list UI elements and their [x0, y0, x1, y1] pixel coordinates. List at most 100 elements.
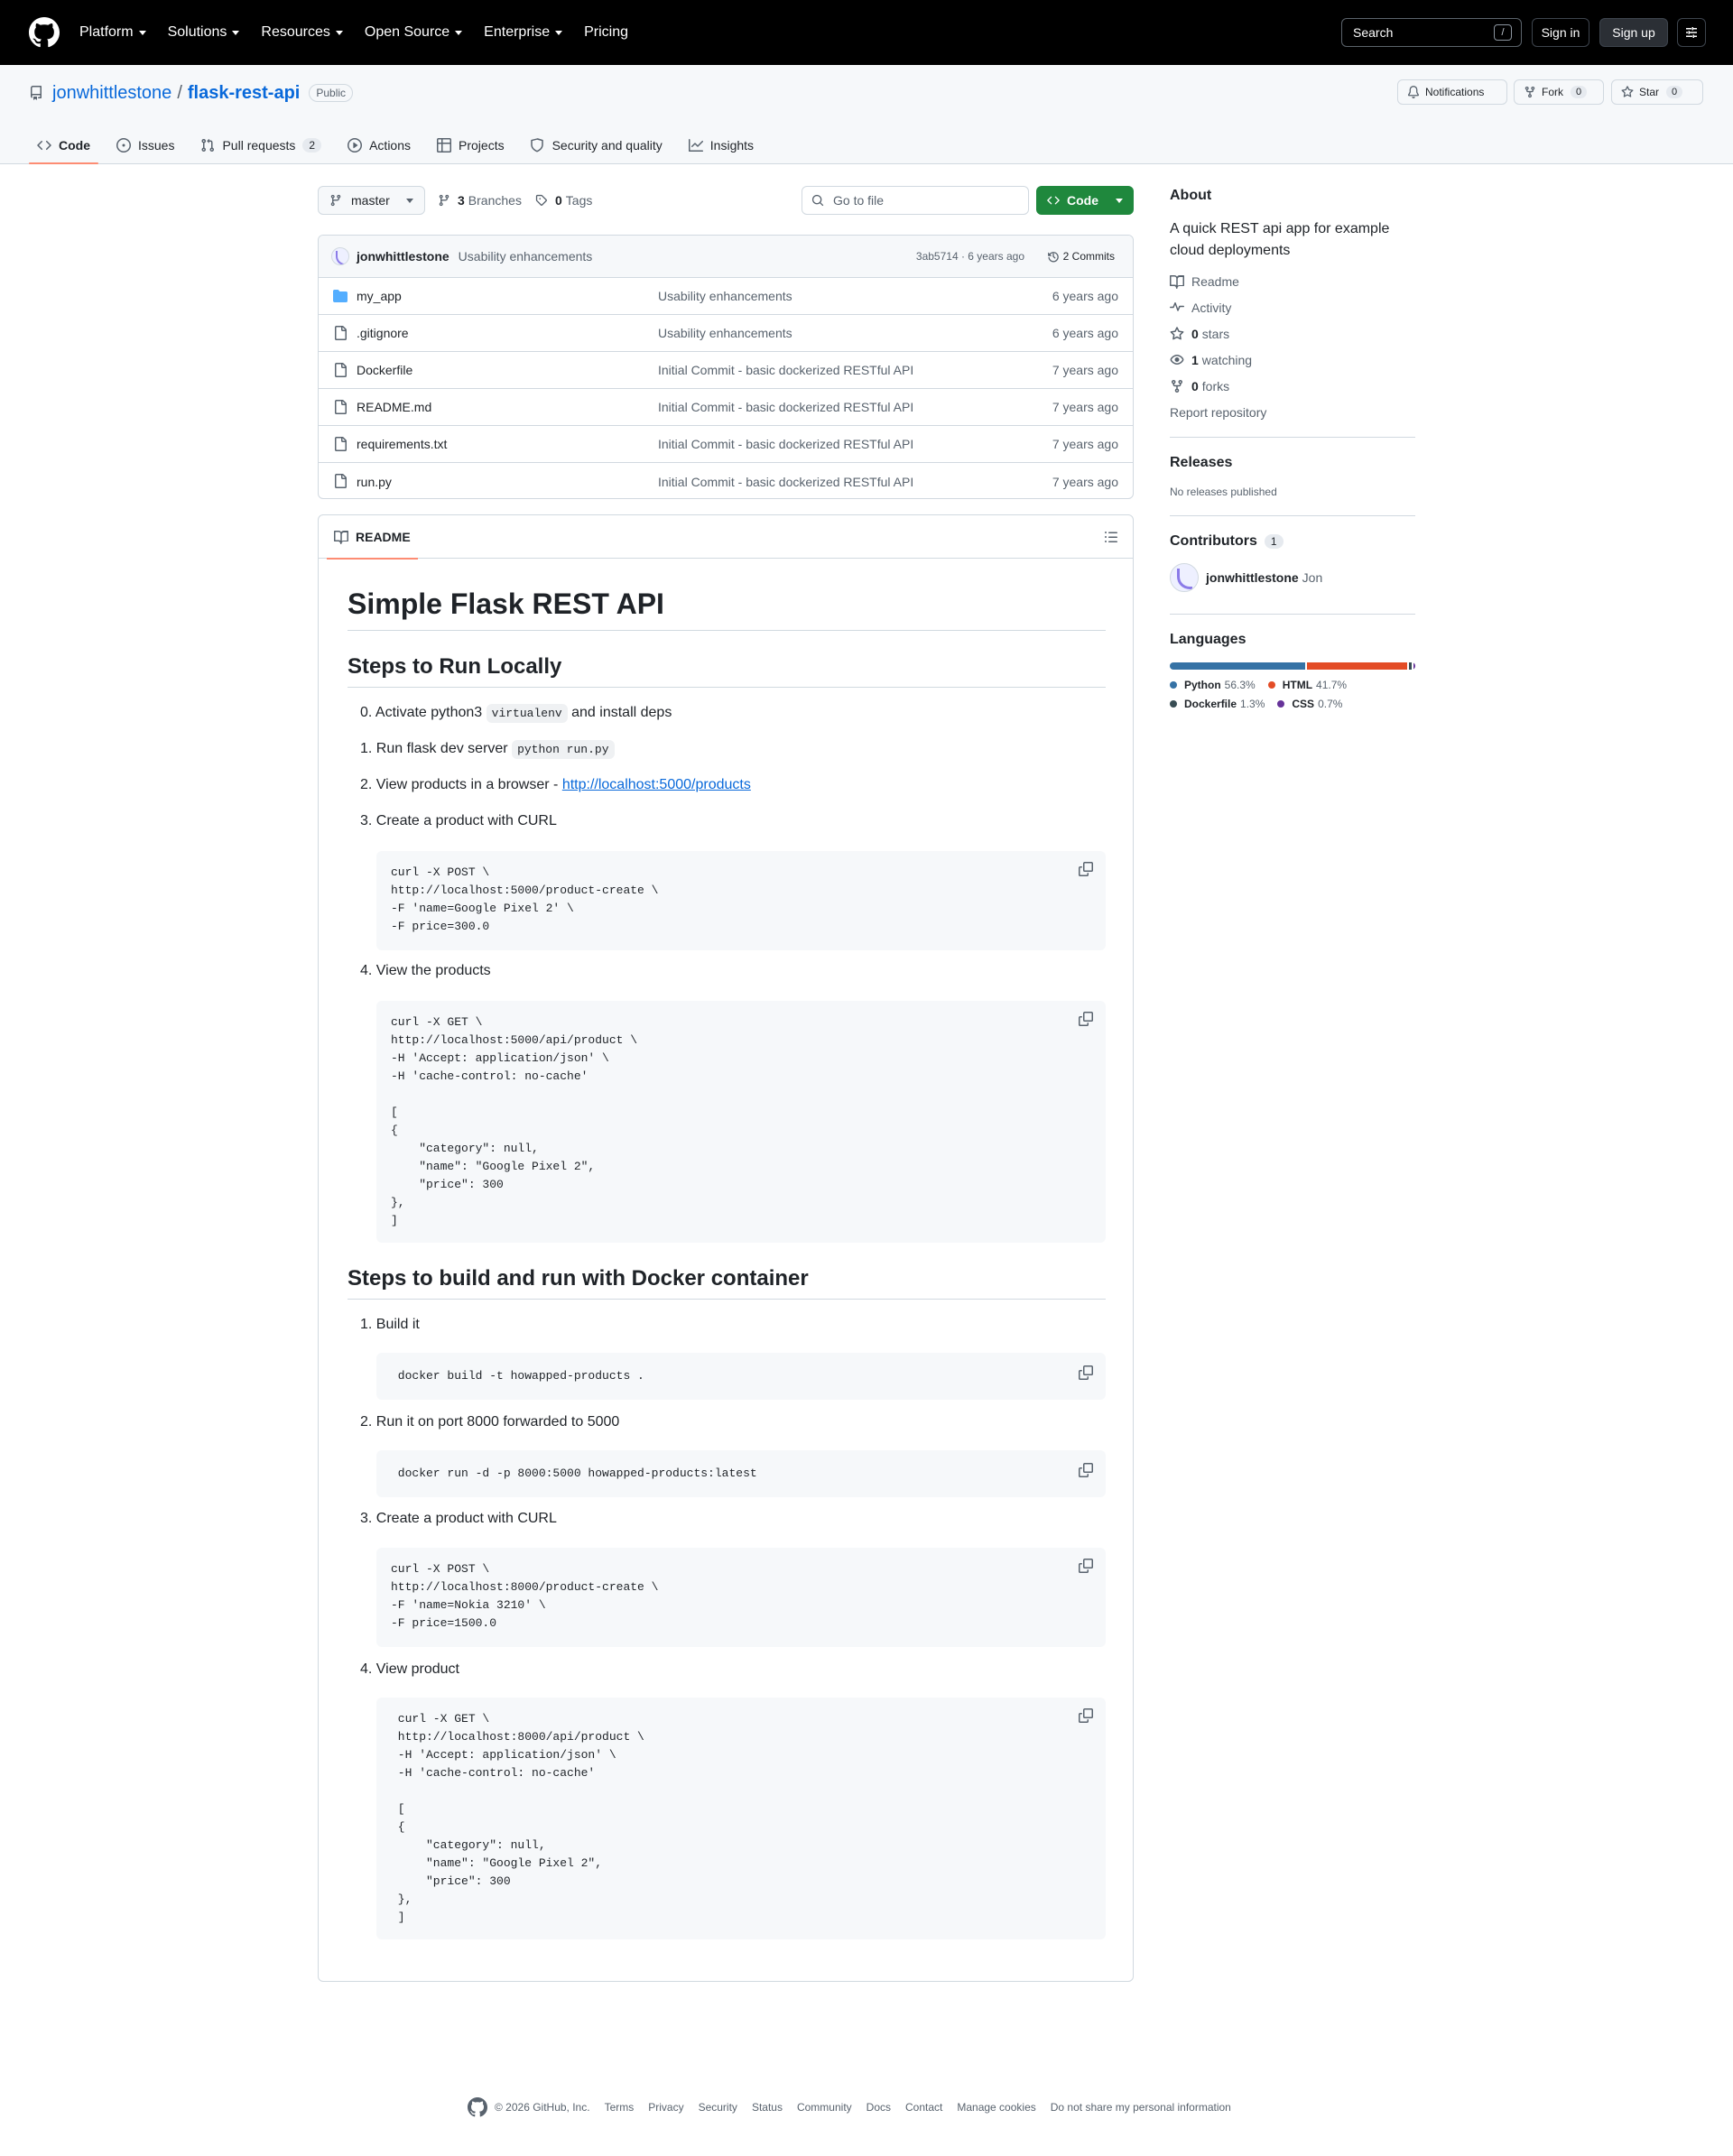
file-commit-message-link[interactable]: Initial Commit - basic dockerized RESTfu…	[658, 437, 913, 451]
file-commit-message-link[interactable]: Initial Commit - basic dockerized RESTfu…	[658, 400, 913, 414]
top-nav-platform[interactable]: Platform	[79, 24, 146, 41]
code-dropdown-button[interactable]: Code	[1036, 186, 1134, 215]
tags-count: 0	[555, 193, 562, 208]
copy-icon[interactable]	[1079, 1012, 1093, 1026]
search-button[interactable]: Search /	[1341, 18, 1522, 47]
top-nav-enterprise[interactable]: Enterprise	[484, 24, 563, 41]
language-legend-row: Python 56.3% HTML 41.7%	[1170, 679, 1359, 691]
products-url-link[interactable]: http://localhost:5000/products	[562, 777, 751, 792]
top-nav-solutions[interactable]: Solutions	[168, 24, 240, 41]
list-item: 1. Build it	[360, 1317, 420, 1332]
footer-link-privacy[interactable]: Privacy	[648, 2101, 683, 2114]
star-button[interactable]: Star 0	[1611, 79, 1703, 105]
commit-author-link[interactable]: jonwhittlestone	[357, 249, 449, 264]
git-branch-icon	[330, 194, 341, 207]
code-icon	[37, 140, 51, 151]
watching-label: watching	[1201, 353, 1253, 367]
language-item-dockerfile[interactable]: Dockerfile 1.3%	[1170, 698, 1277, 710]
language-item-python[interactable]: Python 56.3%	[1170, 679, 1268, 691]
commit-meta[interactable]: 3ab5714 · 6 years ago	[916, 250, 1024, 263]
file-commit-message-link[interactable]: Usability enhancements	[658, 326, 792, 340]
top-nav-open-source[interactable]: Open Source	[365, 24, 463, 41]
tab-code[interactable]: Code	[29, 126, 98, 164]
contributors-heading[interactable]: Contributors 1	[1170, 533, 1284, 550]
activity-label: Activity	[1191, 301, 1232, 315]
repo-owner-link[interactable]: jonwhittlestone	[52, 83, 171, 104]
report-repository-link[interactable]: Report repository	[1170, 403, 1266, 421]
branch-selector[interactable]: master	[318, 186, 425, 215]
tab-actions[interactable]: Actions	[339, 126, 419, 164]
branches-link[interactable]: 3 Branches	[438, 186, 522, 215]
footer-link-community[interactable]: Community	[797, 2101, 852, 2114]
language-item-html[interactable]: HTML 41.7%	[1267, 679, 1359, 691]
file-commit-message-link[interactable]: Initial Commit - basic dockerized RESTfu…	[658, 475, 913, 489]
tab-security-and-quality[interactable]: Security and quality	[523, 126, 671, 164]
repo-name-link[interactable]: flask-rest-api	[188, 83, 301, 104]
file-row: .gitignore Usability enhancements 6 years …	[319, 315, 1133, 352]
top-nav-pricing[interactable]: Pricing	[584, 24, 628, 41]
sign-in-link[interactable]: Sign in	[1532, 18, 1589, 47]
footer-link-terms[interactable]: Terms	[605, 2101, 635, 2114]
fork-icon	[1172, 379, 1182, 393]
language-percent: 0.7%	[1318, 698, 1343, 710]
contributor-item[interactable]: jonwhittlestone Jon	[1170, 563, 1322, 592]
footer-link-contact[interactable]: Contact	[905, 2101, 942, 2114]
copy-icon[interactable]	[1079, 1559, 1093, 1573]
tags-link[interactable]: 0 Tags	[535, 186, 592, 215]
file-name-link[interactable]: Dockerfile	[357, 363, 412, 377]
file-name-link[interactable]: README.md	[357, 400, 431, 414]
notifications-button[interactable]: Notifications	[1397, 79, 1507, 105]
commit-message-link[interactable]: Usability enhancements	[459, 249, 593, 264]
activity-link[interactable]: Activity	[1170, 299, 1231, 317]
repo-description: A quick REST api app for example cloud d…	[1170, 221, 1390, 258]
releases-heading[interactable]: Releases	[1170, 455, 1232, 471]
file-icon-wrap	[333, 437, 348, 451]
tab-projects[interactable]: Projects	[429, 126, 513, 164]
language-legend-row: Dockerfile 1.3% CSS 0.7%	[1170, 698, 1355, 710]
readme-link[interactable]: Readme	[1170, 273, 1239, 291]
copy-icon[interactable]	[1079, 862, 1093, 876]
tab-pull-requests[interactable]: Pull requests 2	[192, 126, 329, 164]
avatar[interactable]	[1170, 563, 1199, 592]
file-name-link[interactable]: requirements.txt	[357, 437, 447, 451]
github-logo-icon[interactable]	[29, 17, 60, 48]
author-avatar[interactable]	[331, 247, 349, 265]
footer-link-docs[interactable]: Docs	[866, 2101, 891, 2114]
file-commit-message-link[interactable]: Initial Commit - basic dockerized RESTfu…	[658, 363, 913, 377]
commits-history-link[interactable]: 2 Commits	[1047, 250, 1115, 263]
repo-path-separator: /	[177, 82, 182, 103]
copy-icon[interactable]	[1079, 1463, 1093, 1477]
repo-tabs: Code Issues Pull requests 2 Actions Projects S…	[29, 126, 772, 164]
tab-issues[interactable]: Issues	[108, 126, 182, 164]
file-browser: jonwhittlestone Usability enhancements 3…	[318, 235, 1134, 499]
tab-insights[interactable]: Insights	[681, 126, 762, 164]
stars-link[interactable]: 0 stars	[1170, 325, 1229, 343]
watchers-link[interactable]: 1 watching	[1170, 351, 1252, 369]
top-nav-resources[interactable]: Resources	[261, 24, 343, 41]
pulse-icon	[1170, 302, 1184, 311]
footer-link-do-not-share-my-personal-information[interactable]: Do not share my personal information	[1051, 2101, 1231, 2114]
list-outline-icon[interactable]	[1104, 530, 1118, 544]
folder-icon-wrap	[333, 289, 348, 303]
copy-icon[interactable]	[1079, 1365, 1093, 1380]
footer-link-security[interactable]: Security	[699, 2101, 737, 2114]
forks-link[interactable]: 0 forks	[1170, 377, 1229, 395]
file-commit-message-link[interactable]: Usability enhancements	[658, 289, 792, 303]
fork-button[interactable]: Fork 0	[1514, 79, 1604, 105]
copy-icon[interactable]	[1079, 1708, 1093, 1723]
footer-link-manage-cookies[interactable]: Manage cookies	[957, 2101, 1035, 2114]
inline-code: python run.py	[512, 740, 615, 759]
sign-up-button[interactable]: Sign up	[1599, 18, 1668, 47]
readme-tab[interactable]: README	[327, 515, 418, 560]
file-name-link[interactable]: my_app	[357, 289, 402, 303]
language-item-css[interactable]: CSS 0.7%	[1277, 698, 1355, 710]
file-name-link[interactable]: .gitignore	[357, 326, 409, 340]
file-icon	[335, 474, 347, 488]
file-name-link[interactable]: run.py	[357, 475, 392, 489]
footer-link-status[interactable]: Status	[752, 2101, 783, 2114]
book-icon	[1170, 275, 1184, 289]
tab-label: Issues	[138, 138, 175, 153]
appearance-menu-button[interactable]	[1677, 18, 1706, 47]
github-mark-icon[interactable]	[468, 2097, 487, 2117]
go-to-file-input[interactable]: Go to file	[802, 186, 1029, 215]
